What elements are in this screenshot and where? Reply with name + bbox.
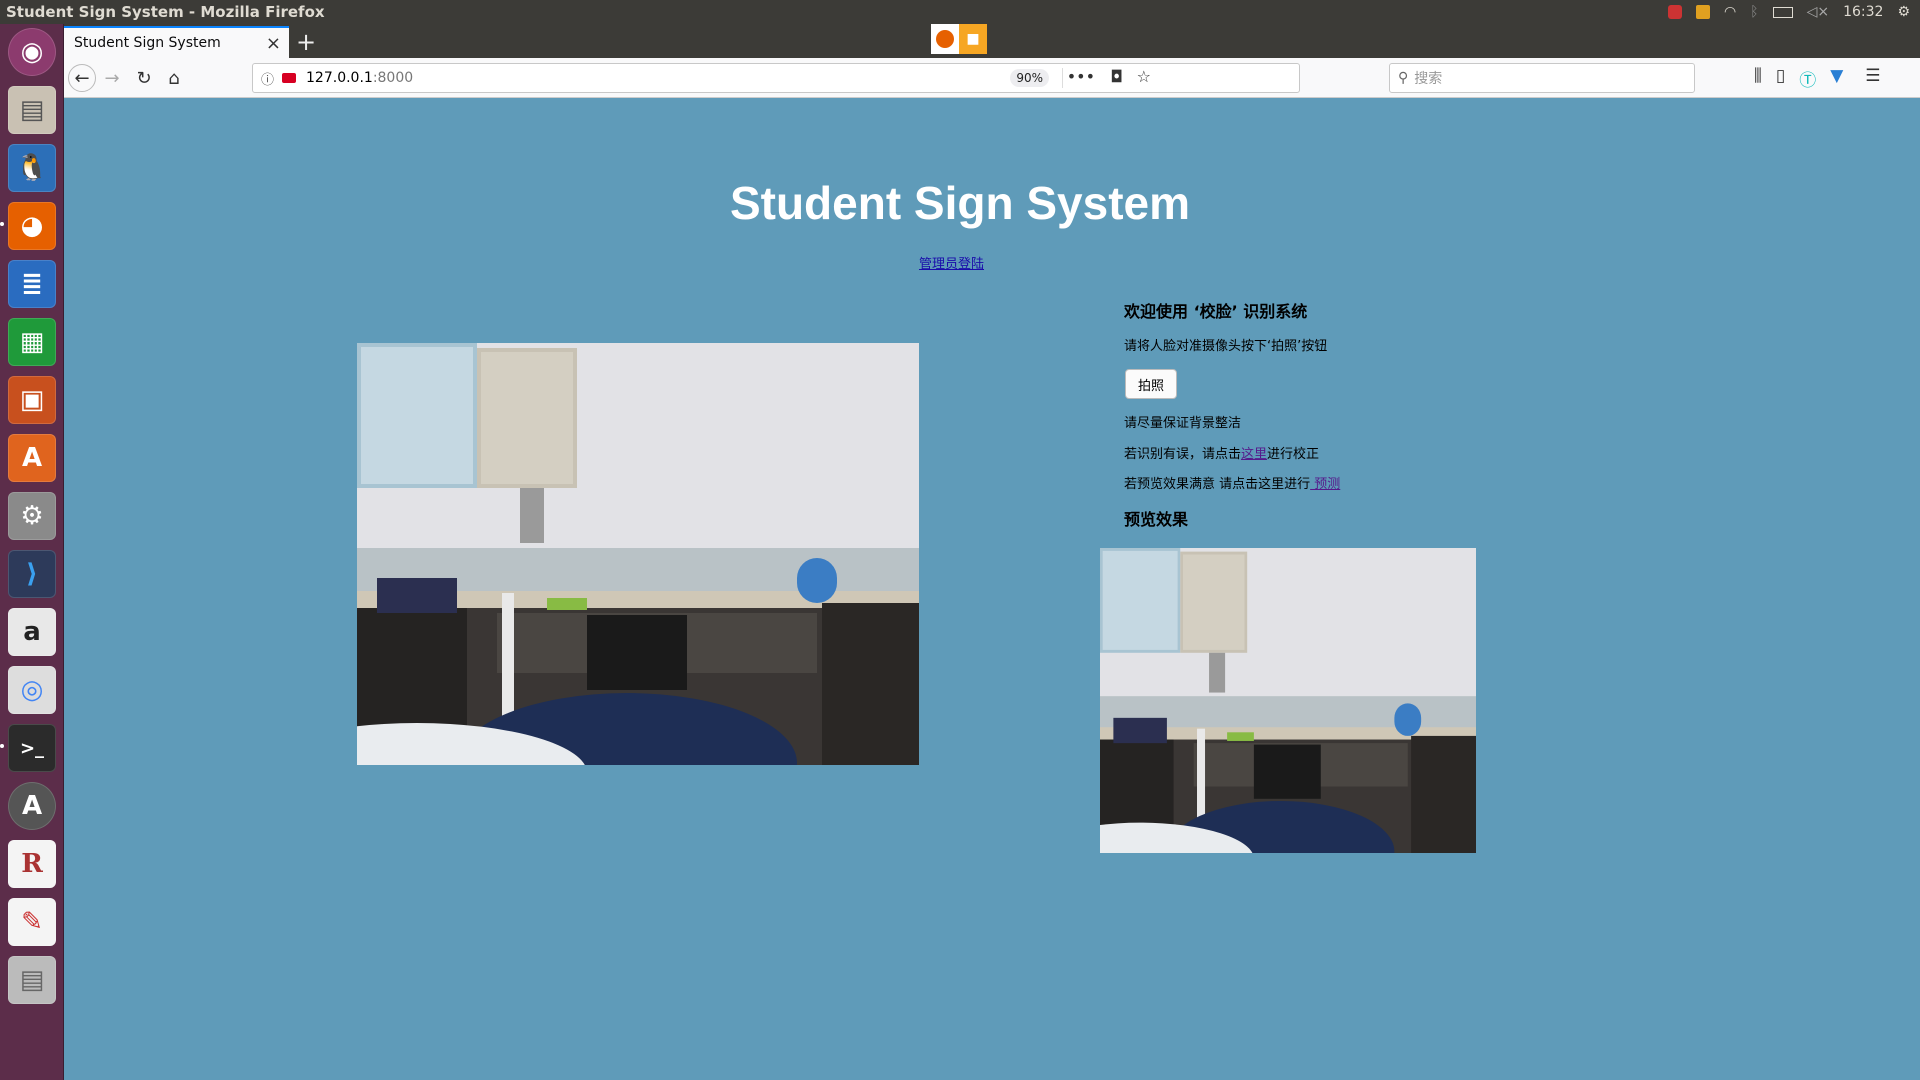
writer-icon[interactable]: ≣ (8, 260, 56, 308)
correction-prefix: 若识别有误，请点击 (1124, 447, 1242, 462)
chrome-icon[interactable]: ◎ (8, 666, 56, 714)
wifi-icon[interactable]: ◠ (1724, 4, 1736, 20)
welcome-heading: 欢迎使用 ‘校脸’ 识别系统 (1124, 302, 1308, 321)
files-icon[interactable]: ▤ (8, 86, 56, 134)
navigation-toolbar: ← → ↻ ⌂ ⓘ 127.0.0.1:8000 90% ••• ◘ ☆ ⚲ 搜… (64, 58, 1920, 98)
preview-image (1100, 548, 1476, 853)
sharing-indicator[interactable]: ■ (931, 24, 987, 54)
clock[interactable]: 16:32 (1843, 4, 1883, 20)
document-viewer-icon[interactable]: ✎ (8, 898, 56, 946)
running-indicator (0, 744, 4, 748)
reload-icon: ↻ (136, 67, 152, 89)
home-icon: ⌂ (168, 67, 180, 89)
system-tray: ◠ ᛒ ◁× 16:32 ⚙ (1667, 4, 1920, 20)
camera-sharing-icon: ■ (959, 24, 987, 54)
url-bar[interactable]: ⓘ 127.0.0.1:8000 90% ••• ◘ ☆ (252, 63, 1300, 93)
qq-icon[interactable]: 🐧 (8, 144, 56, 192)
battery-icon[interactable] (1772, 6, 1793, 18)
gear-icon[interactable]: ⚙ (1897, 4, 1910, 20)
amazon-icon[interactable]: a (8, 608, 56, 656)
reload-button[interactable]: ↻ (130, 64, 158, 92)
url-bar-separator (1062, 68, 1063, 88)
instruction-text: 请将人脸对准摄像头按下‘拍照’按钮 (1124, 339, 1328, 354)
forward-button[interactable]: → (98, 64, 126, 92)
pocket-icon[interactable]: ◘ (1110, 67, 1123, 86)
sidebar-icon[interactable]: ▯ (1776, 66, 1785, 91)
qq-tray-icon[interactable] (1667, 5, 1682, 19)
library-icon[interactable]: ⫼ (1754, 66, 1762, 91)
camera-permission-icon[interactable] (282, 73, 297, 83)
preview-frame (1100, 548, 1476, 853)
toolbar-icons: ⫼ ▯ Ⓣ ▼ ☰ (1754, 66, 1881, 91)
tab-title: Student Sign System (74, 35, 221, 51)
webcam-frame (357, 343, 919, 765)
software-center-icon[interactable]: A (8, 434, 56, 482)
correction-link[interactable]: 这里 (1241, 447, 1267, 462)
vscode-icon[interactable]: ⟩ (8, 550, 56, 598)
calc-icon[interactable]: ▦ (8, 318, 56, 366)
correction-text: 若识别有误，请点击这里进行校正 (1124, 443, 1319, 462)
back-arrow-icon: ← (74, 67, 90, 89)
correction-suffix: 进行校正 (1267, 447, 1320, 462)
impress-icon[interactable]: ▣ (8, 376, 56, 424)
admin-login-link[interactable]: 管理员登陆 (919, 253, 984, 272)
notification-tray-icon[interactable] (1695, 5, 1710, 19)
forward-arrow-icon: → (104, 67, 120, 89)
webcam-video (357, 343, 919, 765)
system-settings-icon[interactable]: ⚙ (8, 492, 56, 540)
firefox-icon[interactable]: ◕ (8, 202, 56, 250)
predict-text: 若预览效果满意 请点击这里进行 预测 (1124, 473, 1340, 492)
volume-icon[interactable]: ◁× (1807, 4, 1830, 20)
workspaces-icon[interactable]: ▤ (8, 956, 56, 1004)
zoom-indicator[interactable]: 90% (1010, 69, 1049, 87)
system-top-bar: Student Sign System - Mozilla Firefox ◠ … (0, 0, 1920, 24)
translate-extension-icon[interactable]: Ⓣ (1799, 66, 1816, 91)
firefox-logo-icon (931, 24, 959, 54)
background-tip: 请尽量保证背景整洁 (1124, 416, 1242, 431)
home-button[interactable]: ⌂ (160, 64, 188, 92)
window-title: Student Sign System - Mozilla Firefox (6, 3, 325, 21)
menu-icon[interactable]: ☰ (1865, 66, 1880, 91)
extension-icon[interactable]: ▼ (1830, 66, 1843, 91)
url-text[interactable]: 127.0.0.1:8000 (306, 70, 413, 86)
url-port: :8000 (372, 70, 414, 86)
rstudio-icon[interactable]: R (8, 840, 56, 888)
predict-link[interactable]: 预测 (1310, 477, 1340, 492)
running-indicator (0, 222, 4, 226)
preview-heading: 预览效果 (1124, 510, 1189, 529)
new-tab-button[interactable]: + (296, 28, 316, 56)
tab-student-sign-system[interactable]: Student Sign System × (64, 26, 289, 58)
back-button[interactable]: ← (68, 64, 96, 92)
updater-icon[interactable]: A (8, 782, 56, 830)
tab-bar: Student Sign System × + ■ (64, 24, 1920, 58)
page-actions-icon[interactable]: ••• (1067, 67, 1095, 86)
page-content: Student Sign System 管理员登陆 欢迎使用 ‘校脸’ 识别系统… (64, 98, 1920, 1080)
bluetooth-icon[interactable]: ᛒ (1750, 4, 1758, 20)
search-placeholder: 搜索 (1414, 71, 1443, 87)
search-bar[interactable]: ⚲ 搜索 (1389, 63, 1695, 93)
terminal-icon[interactable]: >_ (8, 724, 56, 772)
tab-close-icon[interactable]: × (266, 33, 281, 54)
site-info-icon[interactable]: ⓘ (261, 69, 274, 88)
search-icon: ⚲ (1398, 70, 1409, 86)
bookmark-star-icon[interactable]: ☆ (1137, 67, 1151, 86)
take-photo-button[interactable]: 拍照 (1125, 369, 1177, 399)
ubuntu-dash-icon[interactable]: ◉ (8, 28, 56, 76)
predict-prefix: 若预览效果满意 请点击这里进行 (1124, 477, 1311, 492)
unity-launcher: ◉ ▤ 🐧 ◕ ≣ ▦ ▣ A ⚙ ⟩ a ◎ >_ A R ✎ ▤ (0, 24, 64, 1080)
page-title: Student Sign System (729, 177, 1191, 229)
url-host: 127.0.0.1 (306, 70, 373, 86)
